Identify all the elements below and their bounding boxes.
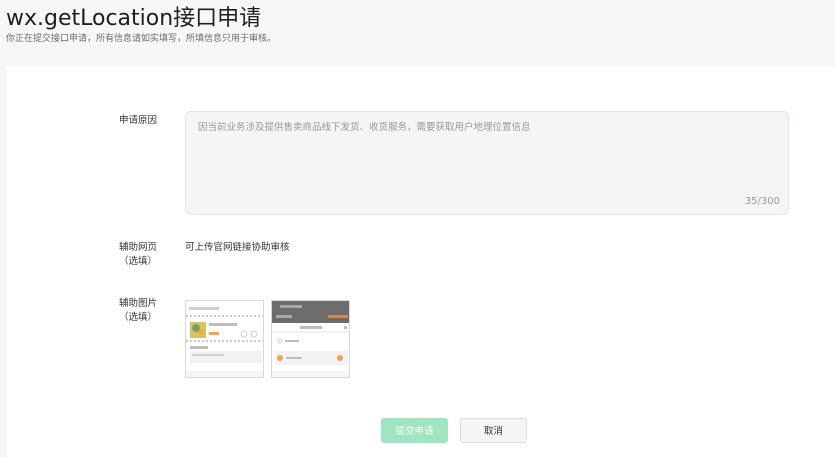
reason-placeholder: 因当前业务涉及提供售卖商品线下发货、收货服务，需要获取用户地理位置信息 bbox=[198, 122, 531, 133]
reason-label-text: 申请原因 bbox=[118, 115, 157, 126]
auxiliary-image-1[interactable] bbox=[185, 300, 264, 378]
webpage-label-line1: 辅助网页 bbox=[118, 242, 157, 253]
submit-button[interactable]: 提交申请 bbox=[381, 418, 448, 443]
images-label-line1: 辅助图片 bbox=[118, 298, 157, 309]
page-title: wx.getLocation接口申请 bbox=[6, 6, 262, 31]
webpage-label-line2: （选填） bbox=[118, 256, 157, 267]
images-label-line2: （选填） bbox=[118, 312, 157, 323]
reason-textarea[interactable]: 因当前业务涉及提供售卖商品线下发货、收货服务，需要获取用户地理位置信息 35/3… bbox=[185, 111, 789, 215]
webpage-label: 辅助网页 （选填） bbox=[103, 241, 173, 269]
screenshot-image bbox=[186, 301, 263, 377]
reason-label: 申请原因 bbox=[103, 114, 173, 128]
form-card: 申请原因 因当前业务涉及提供售卖商品线下发货、收货服务，需要获取用户地理位置信息… bbox=[7, 66, 835, 457]
webpage-hint[interactable]: 可上传官网链接协助审核 bbox=[185, 239, 290, 253]
page-subtitle: 你正在提交接口申请，所有信息请如实填写，所填信息只用于审核。 bbox=[6, 34, 277, 44]
images-label: 辅助图片 （选填） bbox=[103, 297, 173, 325]
cancel-button[interactable]: 取消 bbox=[460, 418, 527, 443]
screenshot-image bbox=[272, 301, 349, 377]
char-counter: 35/300 bbox=[744, 196, 780, 207]
auxiliary-image-2[interactable] bbox=[271, 300, 350, 378]
